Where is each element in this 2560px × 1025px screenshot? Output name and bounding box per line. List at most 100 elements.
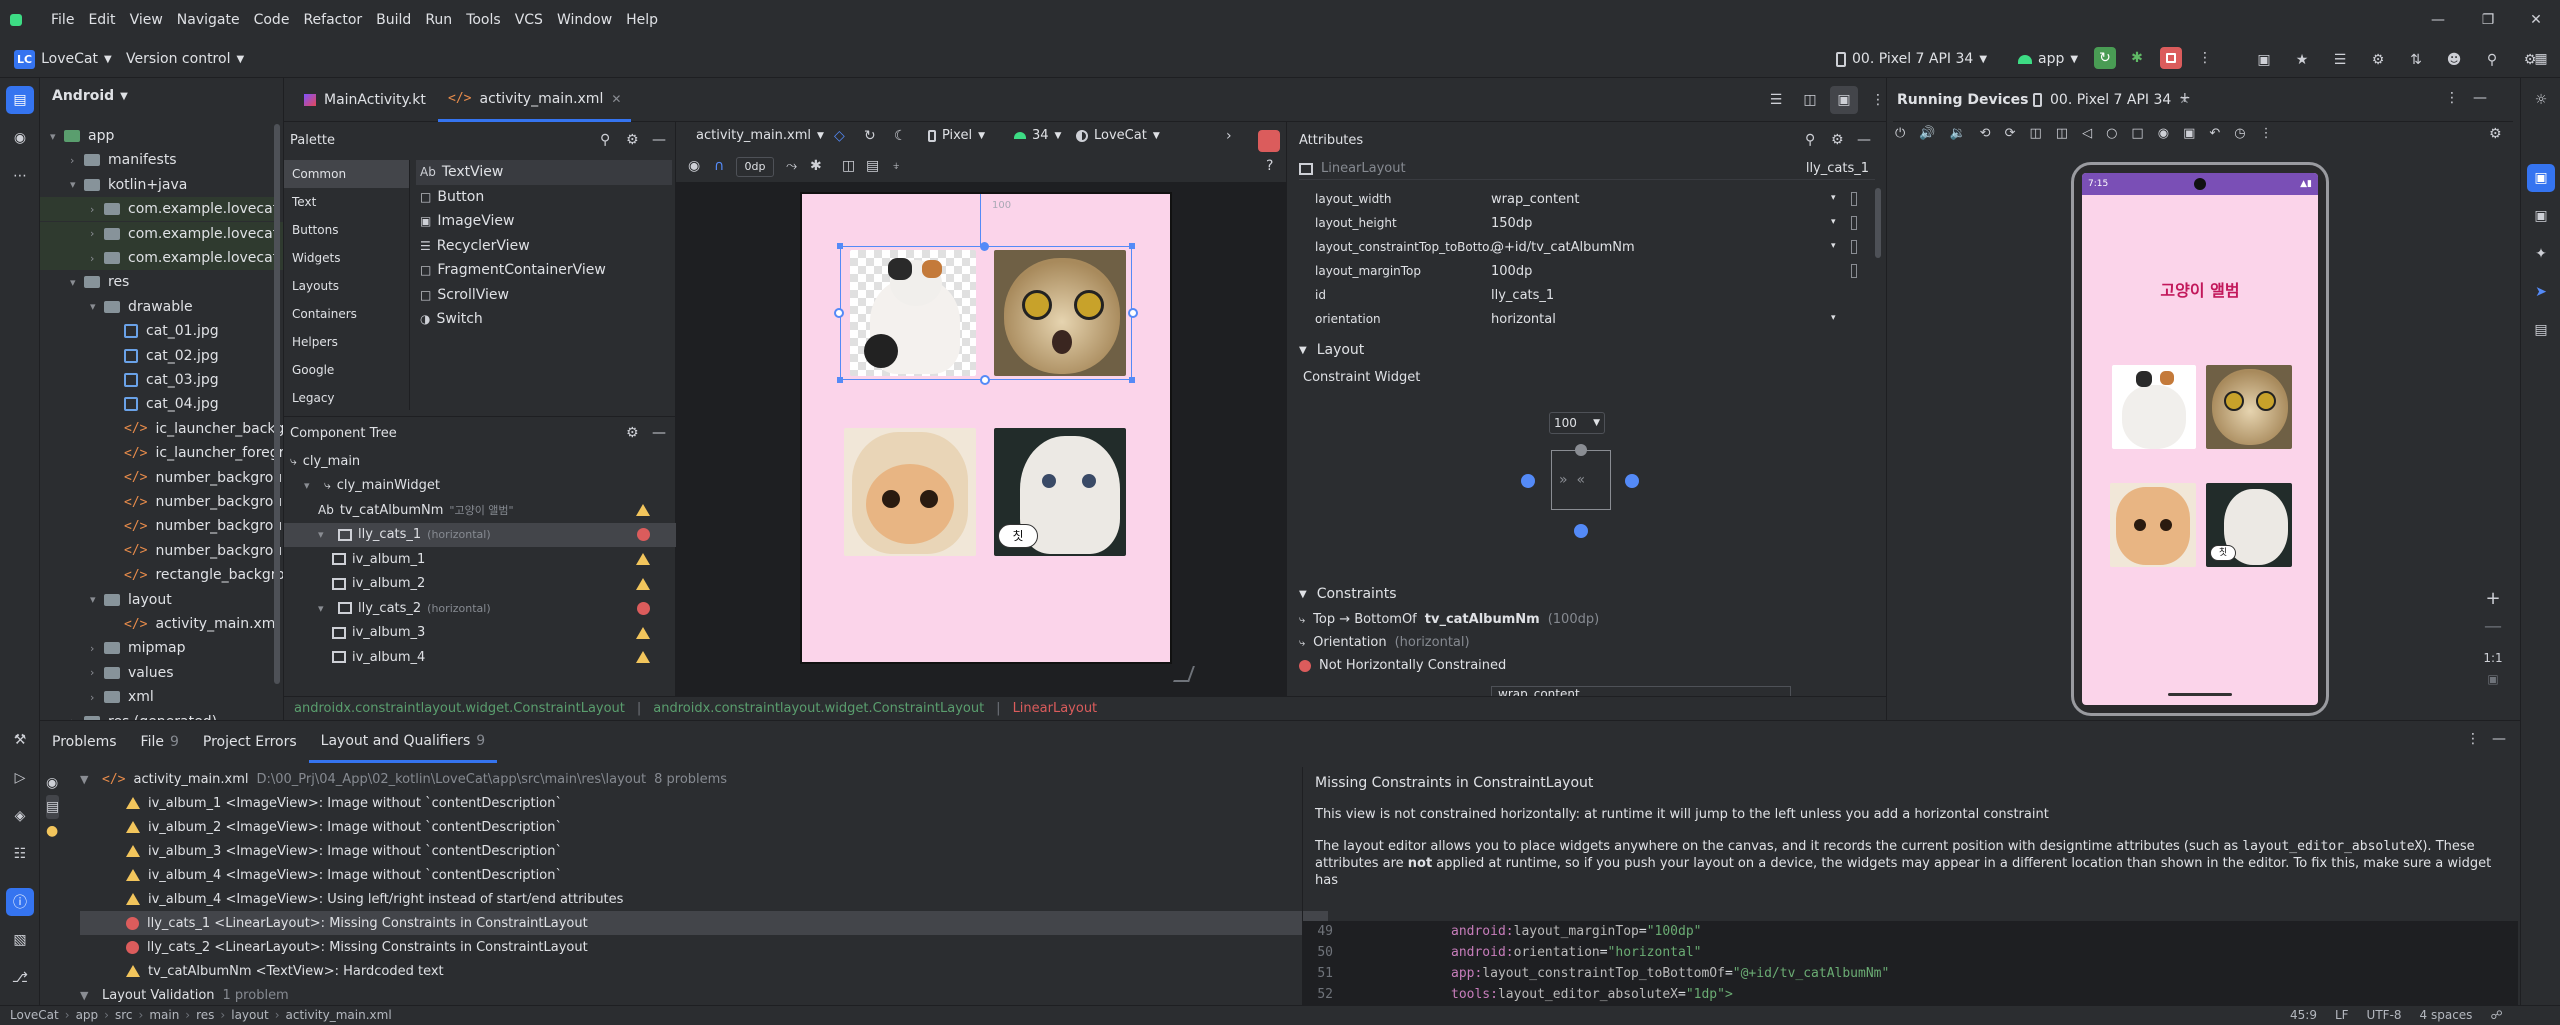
home-icon[interactable]: ○	[2106, 126, 2117, 141]
component-tree-item[interactable]: Ab tv_catAlbumNm "고양이 앨범"	[284, 498, 676, 522]
search-icon[interactable]: ⚲	[2478, 46, 2506, 74]
tree-item[interactable]: › values	[40, 661, 174, 685]
tree-item[interactable]: › com.example.lovecat	[40, 197, 279, 222]
tree-item[interactable]: </> number_background	[40, 539, 283, 563]
corner-tl[interactable]	[837, 243, 843, 249]
chevron-right-icon[interactable]: ›	[90, 691, 104, 704]
chevron-right-icon[interactable]: ›	[90, 252, 104, 265]
terminal-icon[interactable]: ▧	[6, 926, 34, 954]
chevron-down-icon[interactable]: ▾	[90, 300, 104, 313]
notifications-icon[interactable]: ☼	[2527, 86, 2555, 114]
component-tree-item[interactable]: iv_album_3	[284, 621, 676, 645]
screen-record-icon[interactable]: ▣	[2183, 126, 2195, 141]
chevron-down-icon[interactable]: ▾	[1831, 313, 1836, 323]
left-add-constraint[interactable]	[1521, 474, 1535, 488]
menu-window[interactable]: Window	[550, 12, 619, 28]
design-mode-icon[interactable]: ◇	[834, 128, 845, 144]
app-quality-icon[interactable]: ◈	[6, 802, 34, 830]
problem-item[interactable]: iv_album_4 <ImageView>: Using left/right…	[80, 887, 1328, 911]
tree-item[interactable]: › xml	[40, 685, 154, 709]
problem-item[interactable]: iv_album_3 <ImageView>: Image without `c…	[80, 839, 1328, 863]
profile-icon[interactable]: ☻	[2440, 46, 2468, 74]
chevron-down-icon[interactable]: ▾	[70, 178, 84, 191]
warning-icon[interactable]	[636, 504, 650, 516]
breadcrumb-item[interactable]: androidx.constraintlayout.widget.Constra…	[294, 701, 625, 716]
chevron-down-icon[interactable]: ▾	[1831, 241, 1836, 251]
constraints-section-header[interactable]: ▼ Constraints	[1299, 586, 1397, 602]
tree-item[interactable]: ▾ drawable	[40, 295, 193, 319]
menu-build[interactable]: Build	[369, 12, 418, 28]
attribute-row[interactable]: orientation horizontal ▾	[1287, 308, 1886, 332]
tree-item[interactable]: ›com.example.lovecat(a	[40, 221, 283, 246]
attribute-row[interactable]: layout_height 150dp ▾	[1287, 212, 1886, 236]
tree-item[interactable]: ›com.example.lovecat(te	[40, 246, 283, 270]
menu-file[interactable]: File	[44, 12, 81, 28]
palette-item[interactable]: □ Button	[416, 185, 672, 210]
volume-down-icon[interactable]: 🔉	[1949, 126, 1965, 141]
lock-icon[interactable]: ☍	[2490, 1008, 2502, 1022]
file-selector[interactable]: activity_main.xml ▼	[696, 128, 824, 143]
corner-br[interactable]	[1129, 377, 1135, 383]
problems-file-row[interactable]: ▼ </> activity_main.xml D:\00_Prj\04_App…	[80, 767, 1328, 791]
palette-item[interactable]: □ ScrollView	[416, 283, 672, 308]
tab-mainactivity[interactable]: MainActivity.kt	[294, 78, 436, 122]
more-vertical-icon[interactable]: ⋮	[2445, 90, 2459, 106]
help-icon[interactable]: ?	[1266, 158, 1273, 174]
tree-item[interactable]: </> number_background	[40, 466, 283, 490]
undo-icon[interactable]: ↶	[2209, 126, 2220, 141]
tree-item[interactable]: › mipmap	[40, 636, 186, 660]
tree-item[interactable]: cat_01.jpg	[40, 319, 219, 343]
minimize-panel-icon[interactable]: —	[2492, 731, 2506, 747]
chevron-down-icon[interactable]: ▾	[70, 276, 84, 289]
problem-item[interactable]: iv_album_1 <ImageView>: Image without `c…	[80, 791, 1328, 815]
chevron-down-icon[interactable]: ▾	[50, 130, 64, 143]
menu-vcs[interactable]: VCS	[508, 12, 550, 28]
menu-view[interactable]: View	[123, 12, 170, 28]
device-selector[interactable]: 00. Pixel 7 API 34 ▼	[1836, 47, 1987, 71]
stop-icon[interactable]	[2160, 47, 2182, 69]
design-view-icon[interactable]: ▣	[1830, 86, 1858, 114]
phone-cat-2[interactable]	[2206, 365, 2292, 449]
tree-item[interactable]: </> ic_launcher_foregrou	[40, 441, 283, 465]
status-crumb[interactable]: src	[115, 1008, 133, 1022]
more-vertical-icon[interactable]: ⋮	[2466, 731, 2480, 747]
chevron-down-icon[interactable]: ▾	[318, 602, 332, 615]
minimize-panel-icon[interactable]: —	[652, 132, 666, 148]
line-separator[interactable]: LF	[2335, 1008, 2349, 1022]
chevron-down-icon[interactable]: ▾	[318, 528, 332, 541]
phone-cat-1[interactable]	[2112, 365, 2196, 449]
palette-category[interactable]: Legacy	[284, 384, 409, 412]
attr-scrollbar[interactable]	[1875, 188, 1881, 258]
status-crumb[interactable]: layout	[231, 1008, 268, 1022]
attribute-value[interactable]: 150dp	[1491, 216, 1532, 231]
device-tab[interactable]: 00. Pixel 7 API 34 ✕	[2027, 78, 2195, 122]
warnings-indicator[interactable]	[1258, 130, 1280, 152]
indent-setting[interactable]: 4 spaces	[2420, 1008, 2473, 1022]
palette-item[interactable]: ☰ RecyclerView	[416, 234, 672, 259]
component-tree-item[interactable]: ▾ lly_cats_1 (horizontal)	[284, 522, 676, 547]
status-crumb[interactable]: main	[149, 1008, 179, 1022]
search-icon[interactable]: ⚲	[1805, 132, 1815, 148]
close-window-icon[interactable]: ✕	[2524, 8, 2548, 32]
zoom-level[interactable]: 1:1	[2479, 644, 2507, 672]
more-icon[interactable]: ⋮	[2260, 126, 2273, 141]
restore-icon[interactable]: ❐	[2476, 8, 2500, 32]
search-icon[interactable]: ⚲	[600, 132, 610, 148]
settings-icon[interactable]: ⚙	[626, 425, 639, 441]
night-mode-icon[interactable]: ☾	[894, 128, 907, 144]
right-add-constraint[interactable]	[1625, 474, 1639, 488]
tree-item[interactable]: </> number_background	[40, 490, 283, 514]
attribute-value[interactable]: horizontal	[1491, 312, 1556, 327]
menu-code[interactable]: Code	[247, 12, 297, 28]
new-tab-icon[interactable]: +	[2179, 90, 2191, 106]
status-crumb[interactable]: LoveCat	[10, 1008, 59, 1022]
clear-constraints-icon[interactable]: ⤳	[786, 158, 797, 174]
zoom-out-icon[interactable]: —	[2479, 616, 2507, 644]
resource-picker-icon[interactable]	[1851, 216, 1857, 230]
project-tool-icon[interactable]: ▤	[6, 86, 34, 114]
component-tree-item[interactable]: ▾ ⤷ cly_mainWidget	[284, 474, 676, 498]
tree-item[interactable]: </> ic_launcher_backgrou	[40, 417, 283, 441]
status-crumb[interactable]: activity_main.xml	[286, 1008, 392, 1022]
project-selector[interactable]: LC LoveCat ▼	[14, 47, 112, 71]
tree-scrollbar[interactable]	[274, 124, 280, 684]
